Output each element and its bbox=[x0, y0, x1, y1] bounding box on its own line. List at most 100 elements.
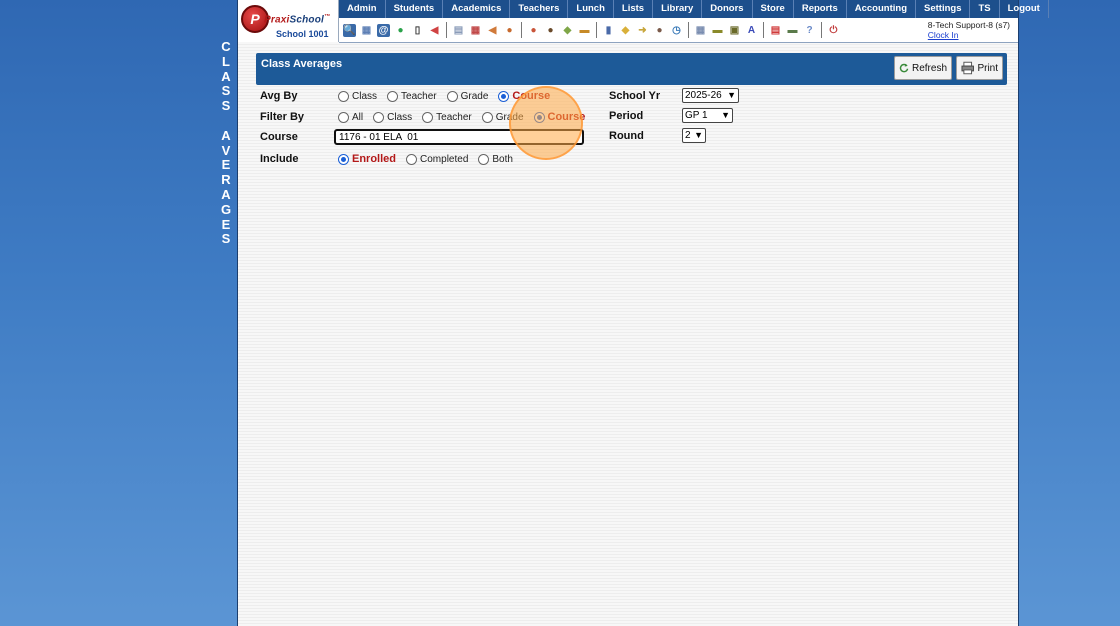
side-title-letter: L bbox=[222, 53, 230, 69]
course-label: Course bbox=[260, 131, 298, 143]
side-title-letter: A bbox=[221, 186, 231, 202]
card-icon[interactable]: ▬ bbox=[711, 24, 724, 37]
avg-by-grade-label[interactable]: Grade bbox=[461, 91, 489, 102]
refresh-icon bbox=[899, 63, 909, 73]
schedule-icon[interactable]: ▦ bbox=[469, 24, 482, 37]
clock-in-link[interactable]: Clock In bbox=[928, 30, 1010, 40]
nav-item-admin[interactable]: Admin bbox=[339, 0, 386, 18]
nav-item-academics[interactable]: Academics bbox=[443, 0, 511, 18]
refresh-label: Refresh bbox=[911, 62, 947, 74]
search-icon[interactable]: 🔍 bbox=[343, 23, 356, 37]
clock-icon[interactable]: ◷ bbox=[670, 24, 683, 37]
pdf-icon[interactable]: ▤ bbox=[769, 24, 782, 37]
student-alt-icon[interactable]: ● bbox=[527, 24, 540, 37]
filter-by-course-radio[interactable] bbox=[533, 111, 545, 123]
power-icon[interactable]: ⏻ bbox=[827, 24, 840, 37]
user-box: 8-Tech Support-8 (s7) Clock In bbox=[928, 20, 1010, 40]
student-icon[interactable]: ● bbox=[503, 24, 516, 37]
filter-by-class-radio[interactable] bbox=[373, 111, 385, 123]
nav-item-students[interactable]: Students bbox=[386, 0, 444, 18]
include-both-label[interactable]: Both bbox=[492, 154, 513, 165]
chevron-down-icon: ▼ bbox=[694, 130, 703, 140]
nav-item-ts[interactable]: TS bbox=[970, 0, 1000, 18]
logo[interactable]: P PraxiSchool™ School 1001 bbox=[238, 0, 339, 42]
asp-icon[interactable]: A bbox=[745, 24, 758, 37]
filter-by-teacher-radio[interactable] bbox=[422, 111, 434, 123]
icon-toolbar: 🔍 ▦ @ ● ▯ ◀ ▤ ▦ ◀ ● ● ● ◆ ▬ ▮ ◆ ➜ ● ◷ ▦ ▬ ▣ A ▤ ▬? ⏻ 8-Tech Suppo… bbox=[339, 18, 1018, 43]
filter-by-teacher-label[interactable]: Teacher bbox=[436, 112, 472, 123]
report-icon[interactable]: ▤ bbox=[452, 24, 465, 37]
avg-by-teacher-radio[interactable] bbox=[387, 90, 399, 102]
filter-by-grade-label[interactable]: Grade bbox=[496, 112, 524, 123]
calendar-grid-icon[interactable]: ▦ bbox=[360, 24, 373, 37]
toolbar-separator bbox=[596, 22, 597, 38]
round-select[interactable]: 2 ▼ bbox=[682, 128, 706, 143]
announce-icon[interactable]: ◀ bbox=[486, 24, 499, 37]
tag-icon[interactable]: ◆ bbox=[619, 24, 632, 37]
book-icon[interactable]: ▮ bbox=[602, 24, 615, 37]
nav-item-lunch[interactable]: Lunch bbox=[568, 0, 614, 18]
side-title-letter: A bbox=[221, 127, 231, 143]
include-both-radio[interactable] bbox=[478, 153, 490, 165]
avg-by-course-radio[interactable] bbox=[498, 90, 510, 102]
filter-by-grade-radio[interactable] bbox=[481, 111, 493, 123]
include-enrolled-label[interactable]: Enrolled bbox=[352, 153, 396, 165]
side-title-letter: S bbox=[221, 98, 231, 114]
filter-by-course-label[interactable]: Course bbox=[548, 111, 586, 123]
money-icon[interactable]: ▬ bbox=[786, 24, 799, 37]
print-button[interactable]: Print bbox=[956, 56, 1003, 80]
period-label: Period bbox=[609, 110, 644, 122]
help-icon[interactable]: ? bbox=[803, 24, 816, 37]
phone-icon[interactable]: ▯ bbox=[411, 24, 424, 37]
include-completed-radio[interactable] bbox=[406, 153, 418, 165]
nav-item-logout[interactable]: Logout bbox=[1000, 0, 1049, 18]
course-input[interactable] bbox=[334, 129, 584, 145]
user-icon[interactable]: ● bbox=[653, 24, 666, 37]
megaphone-icon[interactable]: ◀ bbox=[428, 24, 441, 37]
nav-item-teachers[interactable]: Teachers bbox=[510, 0, 569, 18]
table-icon[interactable]: ▦ bbox=[694, 24, 707, 37]
school-yr-select[interactable]: 2025-26 ▼ bbox=[682, 88, 739, 103]
toolbar-separator bbox=[688, 22, 689, 38]
period-value: GP 1 bbox=[685, 110, 708, 121]
chat-icon[interactable]: ● bbox=[394, 24, 407, 37]
filter-by-all-label[interactable]: All bbox=[352, 112, 363, 123]
at-icon[interactable]: @ bbox=[377, 23, 390, 37]
export-icon[interactable]: ➜ bbox=[636, 24, 649, 37]
nav-item-library[interactable]: Library bbox=[653, 0, 703, 18]
include-completed-label[interactable]: Completed bbox=[420, 154, 468, 165]
toolbar-separator bbox=[821, 22, 822, 38]
filter-by-all-radio[interactable] bbox=[338, 111, 349, 123]
side-title-letter: C bbox=[221, 39, 231, 54]
nav-item-lists[interactable]: Lists bbox=[614, 0, 654, 18]
include-enrolled-radio[interactable] bbox=[338, 153, 349, 165]
side-title-letter: S bbox=[221, 83, 231, 99]
refresh-button[interactable]: Refresh bbox=[894, 56, 952, 80]
school-name: School 1001 bbox=[276, 29, 329, 39]
nav-item-donors[interactable]: Donors bbox=[702, 0, 753, 18]
panel-header: Class Averages Refresh Print bbox=[256, 53, 1007, 85]
school-yr-value: 2025-26 bbox=[685, 90, 722, 101]
side-title-letter: E bbox=[221, 216, 231, 232]
avg-by-grade-radio[interactable] bbox=[446, 90, 458, 102]
printer-icon[interactable]: ▣ bbox=[728, 24, 741, 37]
lunch-icon[interactable]: ▬ bbox=[578, 24, 591, 37]
nav-item-store[interactable]: Store bbox=[753, 0, 794, 18]
avg-by-class-label[interactable]: Class bbox=[352, 91, 377, 102]
avg-by-teacher-label[interactable]: Teacher bbox=[401, 91, 437, 102]
group-icon[interactable]: ● bbox=[544, 24, 557, 37]
avg-by-course-label[interactable]: Course bbox=[512, 90, 550, 102]
main-nav: Admin Students Academics Teachers Lunch Lists… bbox=[339, 0, 1049, 18]
round-value: 2 bbox=[685, 130, 691, 141]
filter-by-class-label[interactable]: Class bbox=[387, 112, 412, 123]
avg-by-class-radio[interactable] bbox=[338, 90, 349, 102]
user-name: 8-Tech Support-8 (s7) bbox=[927, 20, 1010, 30]
side-title-letter: E bbox=[221, 157, 231, 173]
toolbar-separator bbox=[763, 22, 764, 38]
nav-item-accounting[interactable]: Accounting bbox=[847, 0, 916, 18]
nav-item-reports[interactable]: Reports bbox=[794, 0, 847, 18]
ticket-icon[interactable]: ◆ bbox=[561, 24, 574, 37]
toolbar-separator bbox=[446, 22, 447, 38]
nav-item-settings[interactable]: Settings bbox=[916, 0, 971, 18]
period-select[interactable]: GP 1 ▼ bbox=[682, 108, 733, 123]
